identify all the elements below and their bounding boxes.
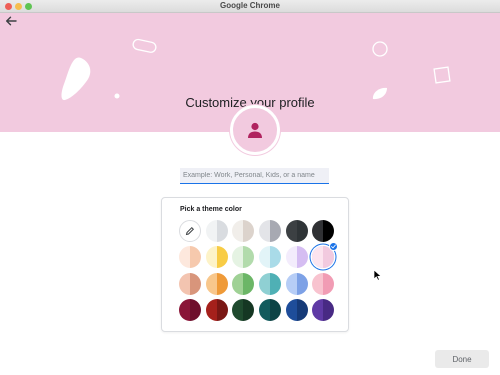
window-titlebar: Google Chrome [0,0,500,13]
theme-color-swatch[interactable] [205,246,228,269]
done-button[interactable]: Done [435,350,489,368]
theme-color-swatch[interactable] [312,220,335,242]
theme-color-swatch[interactable] [285,272,308,295]
theme-color-swatch[interactable] [232,246,255,269]
theme-color-swatch[interactable] [312,298,335,321]
theme-color-swatch[interactable] [232,272,255,295]
theme-color-swatch[interactable] [179,272,201,295]
theme-color-swatch[interactable] [232,220,255,242]
pencil-icon [185,226,195,236]
theme-color-swatch[interactable] [205,272,228,295]
theme-color-swatch[interactable] [179,246,201,269]
arrow-left-icon[interactable] [4,14,18,28]
theme-color-swatch[interactable] [285,220,308,242]
theme-color-swatch[interactable] [205,220,228,242]
decorative-ring-shape [372,41,388,57]
custom-color-swatch[interactable] [179,220,201,242]
profile-avatar [230,105,280,155]
theme-color-swatch[interactable] [259,220,282,242]
theme-picker-title: Pick a theme color [180,206,242,213]
theme-color-swatch[interactable] [259,246,282,269]
profile-name-input[interactable] [180,168,329,184]
theme-color-swatch[interactable] [259,298,282,321]
decorative-pill-shape [132,38,157,53]
theme-color-swatch[interactable] [285,298,308,321]
decorative-square-shape [433,66,451,84]
theme-color-swatch[interactable] [179,298,201,321]
theme-color-swatch[interactable] [312,242,339,269]
window-title: Google Chrome [219,1,280,10]
theme-color-swatch[interactable] [232,298,255,321]
theme-color-swatch[interactable] [285,246,308,269]
theme-color-swatch[interactable] [259,272,282,295]
theme-color-swatch[interactable] [312,272,335,295]
theme-color-picker: Pick a theme color [161,197,349,332]
mouse-cursor-icon [373,269,382,281]
check-icon [329,242,339,252]
theme-swatch-grid [179,220,339,321]
person-icon [248,122,262,138]
theme-color-swatch[interactable] [205,298,228,321]
